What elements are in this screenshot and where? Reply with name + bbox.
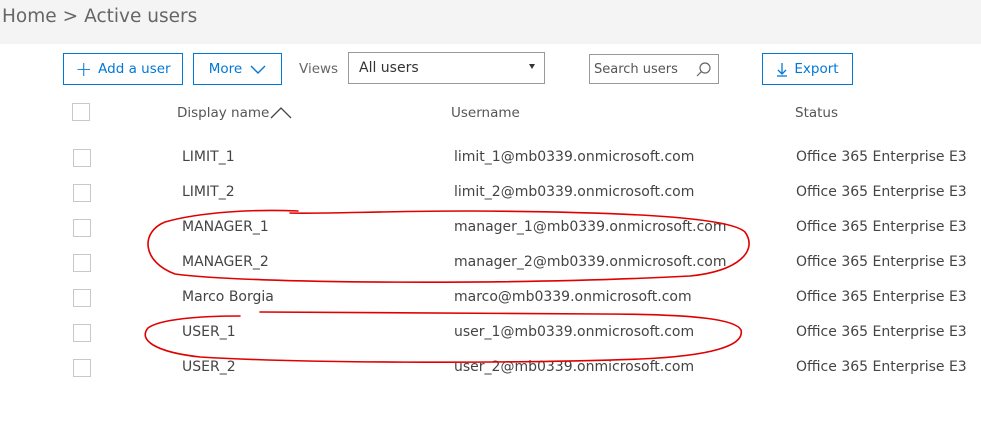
plus-icon: +: [75, 57, 93, 81]
row-checkbox[interactable]: [73, 324, 91, 342]
views-selected-value: All users: [359, 60, 419, 76]
row-checkbox[interactable]: [73, 219, 91, 237]
row-checkbox[interactable]: [73, 289, 91, 307]
row-checkbox[interactable]: [73, 254, 91, 272]
download-icon: [777, 62, 788, 77]
search-placeholder: Search users: [594, 61, 678, 77]
views-select[interactable]: All users: [348, 52, 545, 84]
add-user-button[interactable]: + Add a user: [63, 53, 183, 85]
row-username: limit_2@mb0339.onmicrosoft.com: [454, 184, 695, 200]
breadcrumb: Home > Active users: [2, 6, 197, 27]
row-username: manager_2@mb0339.onmicrosoft.com: [454, 254, 727, 270]
row-checkbox[interactable]: [73, 149, 91, 167]
row-checkbox[interactable]: [73, 359, 91, 377]
row-username: manager_1@mb0339.onmicrosoft.com: [454, 219, 727, 235]
row-display-name[interactable]: LIMIT_1: [182, 149, 235, 165]
row-username: marco@mb0339.onmicrosoft.com: [454, 289, 692, 305]
more-button[interactable]: More: [193, 53, 282, 85]
search-input[interactable]: Search users: [589, 54, 719, 84]
breadcrumb-separator: >: [62, 6, 79, 27]
export-label: Export: [794, 61, 839, 77]
add-user-label: Add a user: [98, 61, 171, 77]
row-display-name[interactable]: LIMIT_2: [182, 184, 235, 200]
row-display-name[interactable]: USER_1: [182, 324, 236, 340]
row-status: Office 365 Enterprise E3: [796, 184, 967, 200]
breadcrumb-current: Active users: [84, 6, 198, 27]
breadcrumb-home[interactable]: Home: [2, 6, 57, 27]
row-status: Office 365 Enterprise E3: [796, 219, 967, 235]
row-status: Office 365 Enterprise E3: [796, 324, 967, 340]
search-icon[interactable]: [696, 62, 711, 77]
column-header-username[interactable]: Username: [451, 105, 520, 121]
export-button[interactable]: Export: [762, 53, 853, 85]
row-checkbox[interactable]: [73, 184, 91, 202]
chevron-down-icon: [250, 65, 266, 74]
row-status: Office 365 Enterprise E3: [796, 149, 967, 165]
sort-ascending-icon: [270, 107, 292, 119]
row-status: Office 365 Enterprise E3: [796, 254, 967, 270]
row-username: user_1@mb0339.onmicrosoft.com: [454, 324, 695, 340]
row-display-name[interactable]: MANAGER_2: [182, 254, 269, 270]
row-username: limit_1@mb0339.onmicrosoft.com: [454, 149, 695, 165]
row-status: Office 365 Enterprise E3: [796, 359, 967, 375]
views-label: Views: [299, 61, 339, 77]
more-label: More: [208, 61, 243, 77]
page-header: Home > Active users: [0, 0, 981, 44]
row-display-name[interactable]: Marco Borgia: [182, 289, 274, 305]
row-username: user_2@mb0339.onmicrosoft.com: [454, 359, 695, 375]
dropdown-arrow-icon: [529, 64, 535, 69]
select-all-checkbox[interactable]: [72, 103, 90, 121]
row-display-name[interactable]: MANAGER_1: [182, 219, 269, 235]
column-header-display-name-label: Display name: [177, 105, 270, 121]
column-header-status[interactable]: Status: [795, 105, 838, 121]
row-status: Office 365 Enterprise E3: [796, 289, 967, 305]
column-header-display-name[interactable]: Display name: [177, 105, 292, 121]
row-display-name[interactable]: USER_2: [182, 359, 236, 375]
